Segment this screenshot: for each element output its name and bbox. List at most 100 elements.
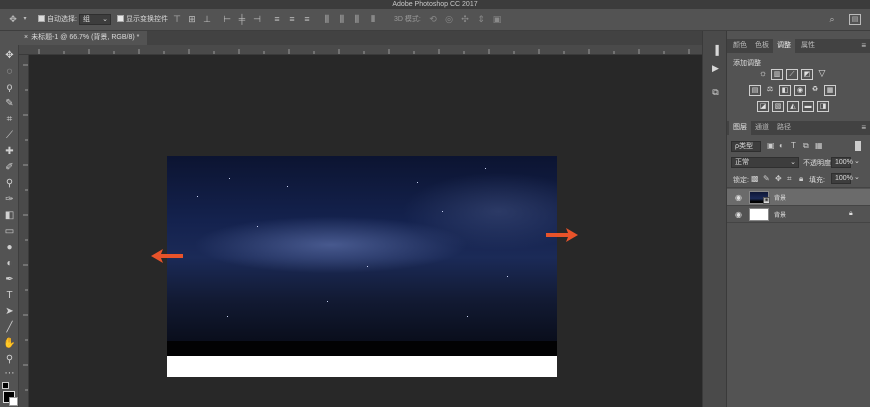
panel-menu-icon[interactable]: ≡: [861, 41, 866, 50]
photo-filter-icon[interactable]: ◉: [794, 85, 806, 96]
levels-icon[interactable]: ▥: [771, 69, 783, 80]
path-select-tool-icon[interactable]: ➤: [3, 305, 16, 318]
auto-select-checkbox[interactable]: 自动选择:: [38, 15, 77, 25]
invert-icon[interactable]: ◪: [757, 101, 769, 112]
align-top-icon[interactable]: ⊤: [172, 14, 182, 25]
selective-color-icon[interactable]: ◨: [817, 101, 829, 112]
layer-row-background[interactable]: ◉ 背景 🔒︎: [727, 206, 870, 223]
filter-shape-icon[interactable]: ⧉: [803, 141, 809, 151]
canvas-workspace[interactable]: [29, 55, 702, 407]
lock-image-icon[interactable]: ✎: [763, 174, 770, 183]
lock-all-icon[interactable]: 🔒︎: [799, 174, 803, 184]
blend-mode-dropdown[interactable]: 正常 ⌄: [731, 157, 799, 168]
background-color-swatch[interactable]: [9, 397, 18, 406]
tab-properties[interactable]: 属性: [797, 39, 819, 53]
pen-tool-icon[interactable]: ✒: [3, 273, 16, 286]
crop-tool-icon[interactable]: ⌗: [3, 113, 16, 126]
properties-panel-icon[interactable]: ⧉: [710, 87, 721, 98]
align-hcenter-icon[interactable]: ╪: [237, 14, 247, 25]
threshold-icon[interactable]: ◭: [787, 101, 799, 112]
eraser-tool-icon[interactable]: ◧: [3, 209, 16, 222]
vertical-ruler[interactable]: [19, 55, 29, 407]
document-tab[interactable]: × 未标题-1 @ 66.7% (背景, RGB/8) *: [19, 31, 147, 45]
3d-orbit-icon[interactable]: ⟲: [428, 14, 438, 25]
3d-scale-icon[interactable]: ▣: [492, 14, 502, 25]
color-lookup-icon[interactable]: ▦: [824, 85, 836, 96]
distribute-vcenter-icon[interactable]: ≡: [287, 14, 297, 25]
tab-swatches[interactable]: 色板: [751, 39, 773, 53]
more-tools-icon[interactable]: ⋯: [3, 367, 16, 380]
brightness-icon[interactable]: ☼: [757, 69, 769, 80]
panel-menu-icon[interactable]: ≡: [861, 123, 866, 132]
type-tool-icon[interactable]: T: [3, 289, 16, 302]
healing-brush-tool-icon[interactable]: ✚: [3, 145, 16, 158]
distribute-left-icon[interactable]: ⫼: [322, 14, 332, 25]
gradient-tool-icon[interactable]: ▭: [3, 225, 16, 238]
filter-pixel-icon[interactable]: ▣: [767, 141, 775, 150]
3d-roll-icon[interactable]: ◎: [444, 14, 454, 25]
auto-select-dropdown[interactable]: 组 ⌄: [79, 14, 111, 25]
opacity-field[interactable]: 100%: [831, 157, 853, 168]
workspace-switcher-icon[interactable]: ▤: [849, 14, 861, 25]
horizontal-ruler[interactable]: [19, 45, 702, 55]
lock-transparent-icon[interactable]: ▩: [751, 174, 759, 183]
tab-layers[interactable]: 图层: [729, 121, 751, 135]
tab-paths[interactable]: 路径: [773, 121, 795, 135]
filter-toggle-icon[interactable]: [855, 141, 861, 151]
auto-align-icon[interactable]: ⫴: [368, 14, 378, 25]
history-panel-icon[interactable]: ▐: [710, 45, 721, 56]
move-tool-icon[interactable]: ✥: [8, 14, 18, 25]
visibility-eye-icon[interactable]: ◉: [735, 193, 744, 202]
blur-tool-icon[interactable]: ●: [3, 241, 16, 254]
distribute-top-icon[interactable]: ≡: [272, 14, 282, 25]
3d-slide-icon[interactable]: ⇕: [476, 14, 486, 25]
lock-artboard-icon[interactable]: ⌗: [787, 174, 792, 184]
history-brush-tool-icon[interactable]: ✑: [3, 193, 16, 206]
lock-position-icon[interactable]: ✥: [775, 174, 782, 183]
filter-adjustment-icon[interactable]: ◐: [779, 141, 784, 150]
hue-saturation-icon[interactable]: ▤: [749, 85, 761, 96]
visibility-eye-icon[interactable]: ◉: [735, 210, 744, 219]
align-vcenter-icon[interactable]: ⊞: [187, 14, 197, 25]
reset-colors-icon[interactable]: [2, 382, 9, 389]
show-transform-checkbox[interactable]: 显示变换控件: [117, 15, 168, 25]
lasso-tool-icon[interactable]: ϙ: [3, 81, 16, 94]
actions-play-icon[interactable]: ▶: [710, 63, 721, 74]
exposure-icon[interactable]: ◩: [801, 69, 813, 80]
align-bottom-icon[interactable]: ⊥: [202, 14, 212, 25]
opacity-chevron-icon[interactable]: ⌄: [854, 157, 860, 165]
tool-preset-chevron-icon[interactable]: ▾: [20, 14, 30, 25]
color-balance-icon[interactable]: ⚖: [764, 85, 776, 96]
gradient-map-icon[interactable]: ▬: [802, 101, 814, 112]
fill-chevron-icon[interactable]: ⌄: [854, 173, 860, 181]
close-icon[interactable]: ×: [24, 34, 28, 41]
brush-tool-icon[interactable]: ✐: [3, 161, 16, 174]
channel-mixer-icon[interactable]: ♻: [809, 85, 821, 96]
tab-color[interactable]: 颜色: [729, 39, 751, 53]
filter-type-icon[interactable]: T: [791, 141, 796, 150]
move-tool-icon[interactable]: ✥: [3, 49, 16, 62]
layer-row-top[interactable]: ◉ ▣ 背景: [727, 189, 870, 206]
search-icon[interactable]: ⌕: [827, 14, 837, 25]
posterize-icon[interactable]: ▧: [772, 101, 784, 112]
line-tool-icon[interactable]: ╱: [3, 321, 16, 334]
fill-field[interactable]: 100%: [831, 173, 853, 184]
distribute-hcenter-icon[interactable]: ⫼: [337, 14, 347, 25]
document-canvas[interactable]: [167, 156, 557, 377]
align-left-icon[interactable]: ⊢: [222, 14, 232, 25]
dodge-tool-icon[interactable]: ◐: [3, 257, 16, 270]
3d-pan-icon[interactable]: ✣: [460, 14, 470, 25]
clone-stamp-tool-icon[interactable]: ⚲: [3, 177, 16, 190]
distribute-bottom-icon[interactable]: ≡: [302, 14, 312, 25]
black-white-icon[interactable]: ◧: [779, 85, 791, 96]
align-right-icon[interactable]: ⊣: [252, 14, 262, 25]
tab-adjustments[interactable]: 调整: [773, 39, 795, 53]
filter-smart-object-icon[interactable]: ▦: [815, 141, 823, 150]
hand-tool-icon[interactable]: ✋: [3, 337, 16, 350]
zoom-tool-icon[interactable]: ⚲: [3, 353, 16, 366]
vibrance-icon[interactable]: ▽: [816, 69, 828, 80]
marquee-tool-icon[interactable]: ◌: [3, 65, 16, 78]
quick-select-tool-icon[interactable]: ✎: [3, 97, 16, 110]
distribute-right-icon[interactable]: ⫼: [352, 14, 362, 25]
eyedropper-tool-icon[interactable]: ⟋: [3, 129, 16, 142]
